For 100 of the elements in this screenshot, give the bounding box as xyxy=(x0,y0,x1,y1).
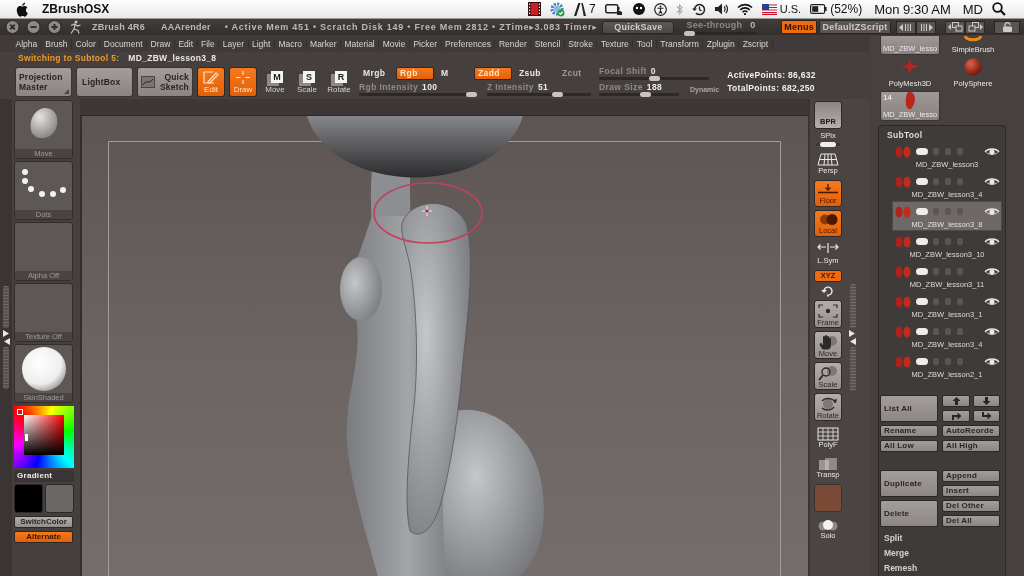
gradient-button[interactable]: Gradient xyxy=(14,470,74,482)
section-header[interactable]: Split xyxy=(879,531,1005,546)
del-all-button[interactable]: Del All xyxy=(942,515,1000,527)
del-other-button[interactable]: Del Other xyxy=(942,500,1000,512)
menu-item[interactable]: Texture xyxy=(597,37,634,50)
move-up-right-button[interactable] xyxy=(942,410,970,422)
panel-grip[interactable] xyxy=(849,347,856,391)
render-mode-label[interactable]: AAArender xyxy=(161,22,211,32)
all-low-button[interactable]: All Low xyxy=(880,440,938,452)
close-icon[interactable] xyxy=(5,20,20,34)
mode-button[interactable]: R Rotate xyxy=(325,66,353,97)
panel-grip[interactable] xyxy=(849,284,856,328)
menu-item[interactable]: Zscript xyxy=(739,37,773,50)
eye-icon[interactable] xyxy=(984,206,1000,216)
toggle-pill-icon[interactable] xyxy=(916,327,928,335)
battery-icon[interactable] xyxy=(810,4,828,14)
speaker-icon[interactable] xyxy=(714,3,728,15)
menu-item[interactable]: Tool xyxy=(633,37,657,50)
menu-item[interactable]: Alpha xyxy=(12,37,42,50)
menu-item[interactable]: Render xyxy=(495,37,532,50)
toggle-pill-icon[interactable] xyxy=(916,207,928,215)
list-all-button[interactable]: List All xyxy=(880,395,938,422)
app-menu-title[interactable]: ZBrushOSX xyxy=(42,2,110,16)
menu-item[interactable]: Zplugin xyxy=(703,37,740,50)
rotate-arrow-icon[interactable] xyxy=(821,285,835,297)
menu-item[interactable]: Macro xyxy=(274,37,307,50)
eye-icon[interactable] xyxy=(984,176,1000,186)
slider-thumb[interactable] xyxy=(466,92,477,97)
toggle-pill-icon[interactable] xyxy=(916,237,928,245)
menu-item[interactable]: Transform xyxy=(656,37,704,50)
move-down-button[interactable] xyxy=(973,395,1000,407)
eye-icon[interactable] xyxy=(984,296,1000,306)
menu-item[interactable]: Preferences xyxy=(441,37,496,50)
append-button[interactable]: Append xyxy=(942,470,1000,482)
circle-eyes-icon[interactable] xyxy=(632,3,645,15)
slider-thumb[interactable] xyxy=(820,142,836,147)
switch-color-button[interactable]: SwitchColor xyxy=(14,516,73,528)
toggle-pill-icon[interactable] xyxy=(916,297,928,305)
flag-icon[interactable] xyxy=(761,3,777,15)
menu-item[interactable]: Draw xyxy=(147,37,175,50)
eye-icon[interactable] xyxy=(984,356,1000,366)
tray-button[interactable] xyxy=(896,20,916,34)
toggle-pill-icon[interactable] xyxy=(916,177,928,185)
color-swatch-icon[interactable] xyxy=(14,484,43,513)
move-down-right-button[interactable] xyxy=(973,410,1000,422)
eye-icon[interactable] xyxy=(984,266,1000,276)
alternate-toggle[interactable]: Alternate xyxy=(14,531,73,543)
menu-item[interactable]: Brush xyxy=(41,37,72,50)
menu-item[interactable]: Movie xyxy=(379,37,410,50)
menu-item[interactable]: Light xyxy=(248,37,275,50)
menu-item[interactable]: Edit xyxy=(174,37,198,50)
script-button[interactable]: DefaultZScript xyxy=(819,20,891,34)
slider-thumb[interactable] xyxy=(684,30,696,36)
menu-item[interactable]: Stroke xyxy=(564,37,598,50)
sculpt-mode-toggle[interactable]: Zsub xyxy=(515,67,555,80)
maximize-icon[interactable] xyxy=(47,20,62,34)
menu-item[interactable]: File xyxy=(197,37,220,50)
minimize-icon[interactable] xyxy=(26,20,41,34)
duplicate-button[interactable]: Duplicate xyxy=(880,470,938,497)
shade-handle-icon[interactable] xyxy=(25,434,28,441)
accessibility-icon[interactable] xyxy=(653,2,667,16)
search-icon[interactable] xyxy=(992,2,1006,16)
wifi-icon[interactable] xyxy=(736,3,753,15)
menu-item[interactable]: Document xyxy=(100,37,148,50)
eye-icon[interactable] xyxy=(984,236,1000,246)
section-header[interactable]: Remesh xyxy=(879,561,1005,576)
toggle-pill-icon[interactable] xyxy=(916,267,928,275)
menu-item[interactable]: Marker xyxy=(306,37,341,50)
slanted-bars-icon[interactable] xyxy=(574,2,587,16)
mode-button[interactable]: S Scale xyxy=(293,66,321,97)
insert-button[interactable]: Insert xyxy=(942,485,1000,497)
color-swatch-icon[interactable] xyxy=(814,484,842,512)
toggle-pill-icon[interactable] xyxy=(916,357,928,365)
menu-clock[interactable]: Mon 9:30 AM xyxy=(874,1,951,17)
collapse-arrows-icon[interactable] xyxy=(849,330,856,345)
menu-item[interactable]: Layer xyxy=(219,37,249,50)
menu-item[interactable]: Color xyxy=(71,37,101,50)
lock-button[interactable] xyxy=(994,20,1020,34)
color-mode-toggle[interactable]: M xyxy=(437,67,471,80)
power-adapter-icon[interactable] xyxy=(604,2,624,16)
hue-handle-icon[interactable] xyxy=(17,409,23,415)
quick-sketch-button[interactable]: Quick Sketch xyxy=(137,66,193,97)
collapse-arrows-icon[interactable] xyxy=(2,330,10,345)
apple-logo-icon[interactable] xyxy=(16,1,29,17)
section-header[interactable]: Merge xyxy=(879,546,1005,561)
eye-icon[interactable] xyxy=(984,326,1000,336)
menus-toggle[interactable]: Menus xyxy=(781,20,817,34)
panel-grip[interactable] xyxy=(3,286,9,328)
move-up-button[interactable] xyxy=(942,395,970,407)
quicksave-button[interactable]: QuickSave xyxy=(602,20,675,34)
menu-item[interactable]: Picker xyxy=(409,37,442,50)
toggle-pill-icon[interactable] xyxy=(916,147,928,155)
color-picker[interactable] xyxy=(14,406,74,468)
clock-arrow-icon[interactable] xyxy=(691,2,706,16)
panel-grip[interactable] xyxy=(3,347,9,389)
all-high-button[interactable]: All High xyxy=(942,440,1000,452)
input-source-label[interactable]: U.S. xyxy=(779,3,802,15)
gear-check-icon[interactable] xyxy=(550,1,566,17)
film-strip-icon[interactable] xyxy=(528,2,542,16)
mode-button[interactable]: M Move xyxy=(261,66,289,97)
